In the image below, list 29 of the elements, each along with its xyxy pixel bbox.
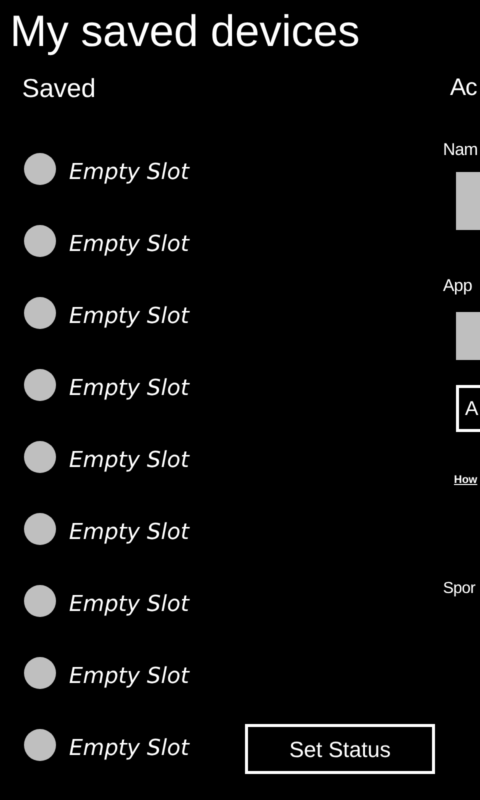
slot-icon[interactable]: [24, 153, 56, 185]
slot-icon[interactable]: [24, 441, 56, 473]
slot-icon[interactable]: [24, 729, 56, 761]
slot-label[interactable]: Empty Slot: [69, 732, 190, 764]
field-label: App: [442, 275, 472, 297]
section-heading: Ac: [449, 73, 477, 103]
slot-icon[interactable]: [24, 657, 56, 689]
slot-label[interactable]: Empty Slot: [69, 372, 190, 404]
slot-label[interactable]: Empty Slot: [69, 516, 190, 548]
section-heading: Saved: [21, 72, 97, 105]
field-label: Spor: [442, 578, 476, 598]
add-button[interactable]: A: [456, 385, 480, 432]
set-status-button[interactable]: Set Status: [245, 724, 435, 774]
slot-label[interactable]: Empty Slot: [69, 228, 190, 260]
name-field[interactable]: [456, 172, 480, 230]
help-link[interactable]: How: [454, 472, 478, 488]
slot-label[interactable]: Empty Slot: [69, 300, 190, 332]
app-field[interactable]: [456, 312, 480, 360]
slot-label[interactable]: Empty Slot: [69, 588, 190, 620]
slot-icon[interactable]: [24, 225, 56, 257]
page-title: My saved devices: [9, 6, 361, 58]
slot-icon[interactable]: [24, 585, 56, 617]
slot-icon[interactable]: [24, 297, 56, 329]
field-label: Nam: [442, 139, 478, 161]
slot-label[interactable]: Empty Slot: [69, 444, 190, 476]
slot-label[interactable]: Empty Slot: [69, 156, 190, 188]
slot-icon[interactable]: [24, 369, 56, 401]
slot-icon[interactable]: [24, 513, 56, 545]
slot-label[interactable]: Empty Slot: [69, 660, 190, 692]
